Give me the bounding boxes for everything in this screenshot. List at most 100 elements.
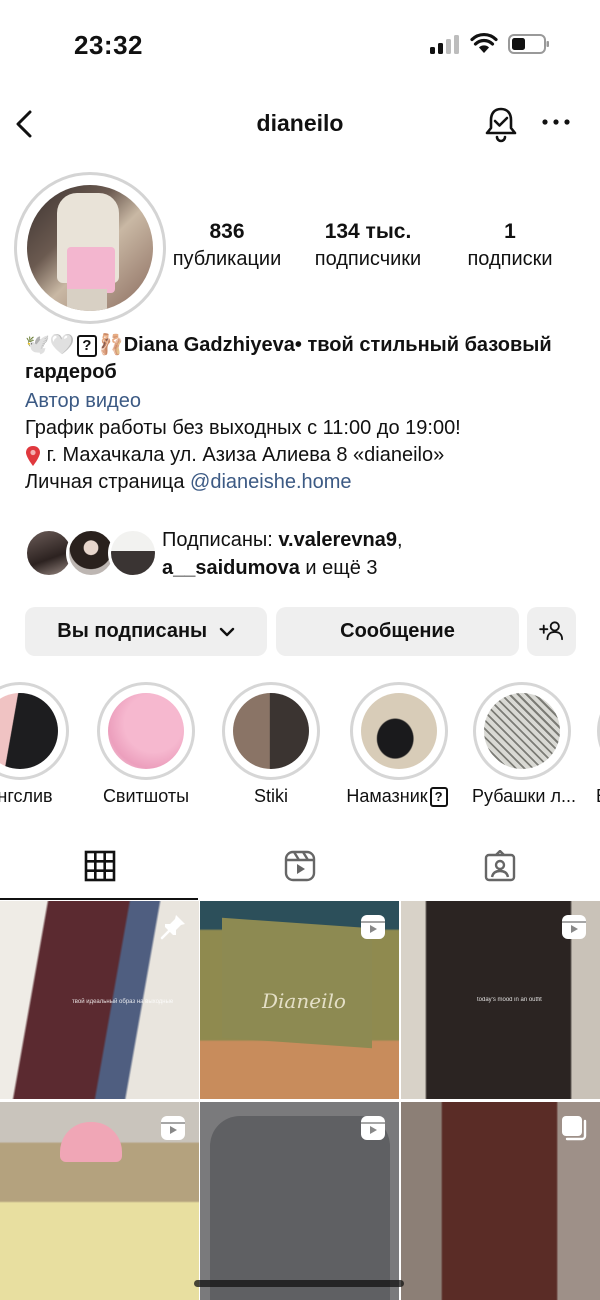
- post-thumbnail[interactable]: [0, 1102, 199, 1300]
- bio-schedule: График работы без выходных с 11:00 до 19…: [25, 417, 461, 440]
- post-caption: Dianeilo: [262, 989, 346, 1013]
- highlight-ring: [0, 682, 69, 780]
- stat-followers[interactable]: 134 тыс. подписчики: [302, 220, 434, 271]
- highlight-item[interactable]: Свитшоты: [96, 682, 196, 807]
- status-time: 23:32: [74, 30, 143, 60]
- highlight-cover: [484, 693, 560, 769]
- highlight-ring: [473, 682, 571, 780]
- profile-tabs: [0, 830, 600, 900]
- highlight-item[interactable]: онгслив: [0, 682, 70, 807]
- bio-address: г. Махачкала ул. Азиза Алиева 8 «dianeil…: [25, 442, 585, 469]
- shopping-bag-shape: [222, 917, 372, 1049]
- grid-icon: [84, 850, 116, 882]
- stat-following[interactable]: 1 подписки: [450, 220, 570, 271]
- active-tab-indicator: [0, 898, 198, 900]
- bell-icon[interactable]: [482, 104, 520, 144]
- story-highlights: онгслив Свитшоты Stiki Намазник? Рубашки…: [0, 682, 600, 812]
- tab-reels[interactable]: [200, 830, 400, 900]
- highlight-label: Рубашки л...: [472, 786, 576, 806]
- highlight-label: онгслив: [0, 786, 53, 806]
- highlight-item[interactable]: Б: [596, 682, 600, 807]
- followed-by-separator: ,: [397, 529, 403, 551]
- highlight-cover: [233, 693, 309, 769]
- followed-by-prefix: Подписаны:: [162, 529, 279, 551]
- stat-label: публикации: [172, 248, 282, 270]
- highlight-item[interactable]: Stiki: [221, 682, 321, 807]
- reels-badge-icon: [562, 915, 586, 939]
- more-icon[interactable]: [540, 112, 572, 132]
- avatar[interactable]: [14, 172, 166, 324]
- post-thumbnail[interactable]: [200, 1102, 399, 1300]
- highlight-label-text: Намазник: [346, 786, 428, 806]
- follower-username[interactable]: v.valerevna9: [278, 529, 397, 551]
- home-indicator[interactable]: [194, 1280, 404, 1287]
- top-navigation: dianeilo: [0, 100, 600, 150]
- post-thumbnail[interactable]: твой идеальный образ на выходные: [0, 901, 199, 1099]
- chevron-down-icon: [219, 627, 234, 636]
- highlight-item[interactable]: Намазник?: [338, 682, 458, 808]
- ballet-shoes-emoji: 🩰: [98, 334, 124, 357]
- follower-avatar: [108, 528, 158, 578]
- highlight-cover: [361, 693, 437, 769]
- post-thumbnail[interactable]: [401, 1102, 600, 1300]
- highlight-item[interactable]: Рубашки л...: [472, 682, 576, 807]
- pink-hat-shape: [60, 1122, 122, 1162]
- highlight-label: Свитшоты: [102, 786, 190, 806]
- reels-badge-icon: [361, 915, 385, 939]
- tagged-icon: [484, 850, 516, 882]
- profile-bio: 🕊️🤍? 🩰Diana Gadzhiyeva• твой стильный баз…: [25, 332, 585, 496]
- highlight-cover: [0, 693, 58, 769]
- stat-value: 1: [504, 220, 516, 243]
- follower-username[interactable]: a__saidumova: [162, 557, 300, 579]
- stat-value: 836: [209, 220, 245, 243]
- stat-label: подписки: [467, 248, 553, 270]
- message-button[interactable]: Сообщение: [276, 607, 519, 656]
- bio-personal-page: Личная страница @dianeishe.home: [25, 469, 585, 496]
- highlight-ring: [97, 682, 195, 780]
- tab-tagged[interactable]: [400, 830, 600, 900]
- add-person-icon: [538, 621, 563, 641]
- carousel-icon: [562, 1116, 587, 1141]
- following-button-label: Вы подписаны: [57, 620, 208, 642]
- message-button-label: Сообщение: [340, 620, 455, 642]
- highlight-cover: [108, 693, 184, 769]
- reels-icon: [284, 850, 316, 882]
- bio-category[interactable]: Автор видео: [25, 388, 585, 415]
- bio-personal-prefix: Личная страница: [25, 471, 191, 494]
- add-person-button[interactable]: [527, 607, 576, 656]
- post-caption: твой идеальный образ на выходные: [72, 999, 174, 1005]
- post-caption: today's mood in an outfit: [477, 997, 542, 1003]
- wifi-icon: [470, 32, 498, 53]
- highlight-label: Б: [596, 786, 600, 807]
- unknown-glyph-icon: ?: [76, 334, 97, 357]
- grey-shirt-shape: [210, 1116, 390, 1300]
- cellular-signal-icon: [430, 34, 462, 54]
- bio-name-line: 🕊️🤍? 🩰Diana Gadzhiyeva• твой стильный баз…: [25, 332, 585, 386]
- post-thumbnail[interactable]: today's mood in an outfit: [401, 901, 600, 1099]
- stat-posts[interactable]: 836 публикации: [162, 220, 292, 271]
- pushpin-icon: [160, 915, 185, 940]
- posts-grid: твой идеальный образ на выходные Dianeil…: [0, 901, 600, 1300]
- dove-heart-emoji: 🕊️🤍: [25, 334, 75, 357]
- highlight-ring: [222, 682, 320, 780]
- location-pin-icon: [26, 445, 40, 466]
- reels-badge-icon: [361, 1116, 385, 1140]
- tab-grid[interactable]: [0, 830, 200, 900]
- unknown-glyph-icon: ?: [429, 787, 448, 808]
- following-button[interactable]: Вы подписаны: [25, 607, 267, 656]
- followed-by[interactable]: Подписаны: v.valerevna9, a__saidumova и е…: [24, 526, 584, 582]
- avatar-image: [27, 185, 153, 311]
- bio-mention-link[interactable]: @dianeishe.home: [190, 471, 352, 493]
- highlight-ring: [350, 682, 448, 780]
- status-bar: 23:32: [0, 0, 600, 90]
- highlight-label: Намазник?: [338, 786, 458, 808]
- highlight-label: Stiki: [253, 786, 288, 806]
- post-thumbnail[interactable]: Dianeilo: [200, 901, 399, 1099]
- battery-icon: [508, 34, 549, 54]
- reels-badge-icon: [161, 1116, 185, 1140]
- bio-address-text: г. Махачкала ул. Азиза Алиева 8 «dianeil…: [46, 444, 445, 467]
- followed-by-text: Подписаны: v.valerevna9, a__saidumova и е…: [162, 526, 582, 582]
- followed-by-suffix: и ещё 3: [299, 557, 378, 579]
- stat-value: 134 тыс.: [324, 220, 412, 243]
- stat-label: подписчики: [314, 248, 422, 270]
